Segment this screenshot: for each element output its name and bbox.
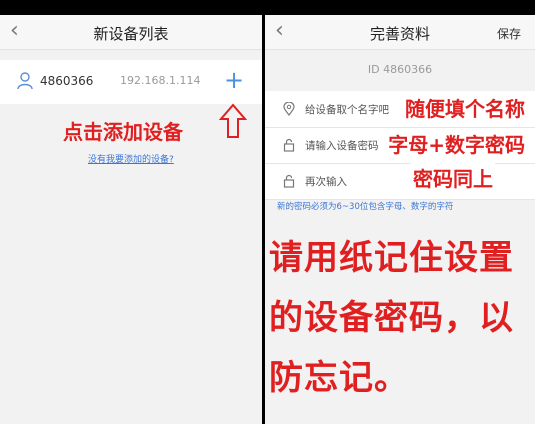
add-device-plus-icon[interactable]: + (224, 65, 244, 95)
password-hint: 新的密码必须为6~30位包含字母、数字的字符 (277, 202, 454, 212)
big-note-line-2: 的设备密码，以 (269, 298, 514, 338)
save-button[interactable]: 保存 (497, 25, 521, 42)
page-title: 完善资料 (369, 25, 430, 43)
complete-profile-screen: ‹ 完善资料 保存 ID 4860366 给设备取个名字吧 请输入设备密码 再次… (265, 15, 535, 424)
big-note-line-3: 防忘记。 (269, 358, 409, 398)
password-placeholder: 请输入设备密码 (305, 140, 379, 152)
confirm-password-placeholder: 再次输入 (305, 176, 347, 188)
annotation-same: 密码同上 (411, 163, 495, 192)
header: ‹ 新设备列表 (0, 15, 262, 50)
lock-icon (283, 137, 295, 156)
lock-icon (283, 173, 295, 192)
location-pin-icon (283, 101, 295, 120)
device-list-screen: ‹ 新设备列表 4860366 192.168.1.114 + 点击添加设备 没… (0, 15, 262, 424)
annotation-password: 字母+数字密码 (386, 129, 527, 158)
device-id-line: ID 4860366 (367, 63, 433, 76)
user-icon (17, 72, 33, 94)
big-note-line-1: 请用纸记住设置 (269, 238, 514, 278)
header: ‹ 完善资料 保存 (265, 15, 535, 50)
page-title: 新设备列表 (93, 25, 169, 43)
annotation-add-device: 点击添加设备 (63, 120, 183, 144)
annotation-name: 随便填个名称 (403, 93, 527, 122)
arrow-up-icon (219, 103, 247, 138)
device-ip: 192.168.1.114 (120, 74, 201, 87)
device-row[interactable]: 4860366 192.168.1.114 + (0, 60, 262, 104)
device-name-placeholder: 给设备取个名字吧 (305, 104, 389, 116)
device-id: 4860366 (40, 74, 94, 88)
missing-device-link[interactable]: 没有我要添加的设备? (88, 152, 174, 165)
